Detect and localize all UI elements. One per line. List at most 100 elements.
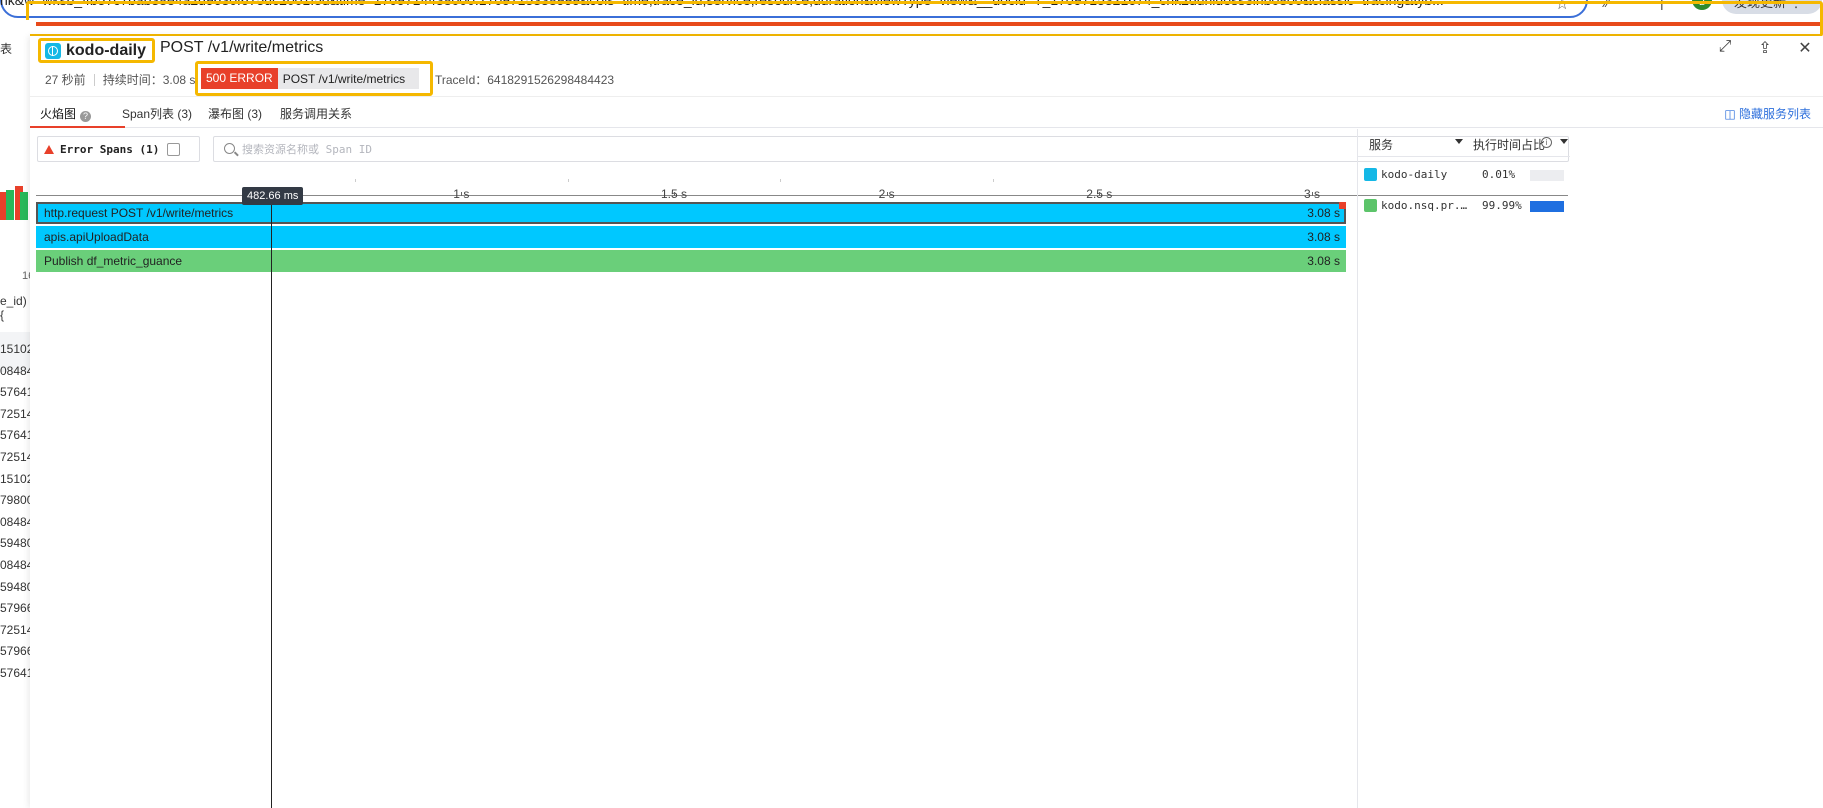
warning-icon — [44, 144, 54, 154]
axis-tick-mark — [886, 192, 888, 196]
flame-span[interactable]: http.request POST /v1/write/metrics 3.08 … — [36, 202, 1346, 224]
axis-tick-mark — [461, 192, 463, 196]
span-name: apis.apiUploadData — [44, 230, 149, 244]
tab-label: 火焰图 — [40, 107, 77, 121]
span-duration: 3.08 s — [1307, 230, 1340, 244]
service-panel-header: 服务 执行时间占比 i — [1358, 129, 1570, 157]
bg-row-value: 08484 — [0, 558, 30, 572]
axis-tick-mark — [673, 192, 675, 196]
tab-bar: 火焰图? Span列表 (3) 瀑布图 (3) 服务调用关系 ◫ 隐藏服务列表 — [30, 96, 1823, 128]
bg-row-value: 57966 — [0, 601, 30, 616]
service-row-percent: 99.99% — [1482, 199, 1522, 212]
chevron-down-icon[interactable] — [1455, 139, 1463, 144]
axis-minor-tick — [992, 179, 994, 182]
service-row-percent: 0.01% — [1482, 168, 1516, 181]
bg-row-value: 79800 — [0, 493, 30, 508]
bg-row-value: 15102 — [0, 342, 30, 356]
bookmark-star-icon[interactable]: ☆ — [1555, 0, 1569, 14]
extension-icon[interactable]: ⁄⁄ — [1605, 0, 1610, 10]
trace-id[interactable]: TraceId：6418291526298484423 — [435, 71, 614, 88]
bg-row-value: 57641 — [0, 385, 30, 400]
bg-row-value: 15102 — [0, 471, 30, 486]
span-name: http.request POST /v1/write/metrics — [44, 206, 234, 220]
flamegraph-area: Error Spans (1) 1 s1.5 s2 s2.5 s3 s http… — [30, 129, 1576, 808]
tab-span-list[interactable]: Span列表 (3) — [122, 105, 192, 122]
bg-bar — [6, 190, 14, 220]
axis-minor-tick — [567, 179, 569, 182]
info-icon[interactable]: i — [1541, 137, 1552, 148]
bg-row-value: 57641 — [0, 428, 30, 443]
update-button[interactable]: 发现更新 ⋮ — [1722, 0, 1822, 14]
bg-axis-label: 16 — [22, 270, 30, 282]
bg-row-value: 57641 — [0, 666, 30, 680]
chevron-down-icon[interactable] — [1560, 139, 1568, 144]
time-ago: 27 秒前 — [45, 73, 86, 87]
ratio-bar — [1530, 201, 1564, 212]
service-name: kodo-daily — [66, 41, 147, 59]
service-row[interactable]: kodo-daily 0.01% — [1358, 160, 1570, 190]
bg-row-value: 72514 — [0, 622, 30, 637]
resource-text: POST /v1/write/metrics — [282, 71, 406, 86]
service-tag[interactable]: kodo-daily — [38, 38, 156, 63]
browser-url-bar[interactable]: nk&w=wksb_4b57c7bab38e4a2d9630f675dc2001… — [0, 0, 1823, 20]
bg-row-value: 08484 — [0, 514, 30, 529]
active-tab-indicator — [30, 126, 125, 128]
bg-row-value: 59480 — [0, 579, 30, 594]
menu-divider-icon: | — [1660, 0, 1664, 10]
error-flag-icon — [1339, 202, 1346, 209]
bg-text: 表 — [0, 42, 13, 56]
url-text[interactable]: nk&w=wksb_4b57c7bab38e4a2d9630f675dc2001… — [0, 0, 1444, 8]
divider — [93, 73, 95, 86]
duration-text: 持续时间：3.08 s — [102, 73, 196, 87]
error-spans-checkbox[interactable] — [167, 142, 181, 156]
queue-icon — [1364, 199, 1377, 212]
tab-service-map[interactable]: 服务调用关系 — [280, 105, 352, 122]
globe-icon — [45, 42, 61, 59]
hide-service-label: 隐藏服务列表 — [1738, 107, 1811, 121]
span-name: Publish df_metric_guance — [44, 254, 183, 268]
globe-icon — [1364, 168, 1377, 181]
bg-field: e_id){ — [0, 294, 27, 322]
flame-span[interactable]: apis.apiUploadData 3.08 s — [36, 226, 1346, 248]
ratio-bar-fill — [1530, 201, 1564, 212]
share-icon[interactable]: ⇪ — [1755, 38, 1775, 58]
tab-waterfall[interactable]: 瀑布图 (3) — [208, 105, 262, 122]
service-panel: 服务 执行时间占比 i kodo-daily 0.01% kodo.nsq.pr..… — [1357, 129, 1823, 808]
span-duration: 3.08 s — [1307, 206, 1340, 220]
hide-service-list-link[interactable]: ◫ 隐藏服务列表 — [1724, 105, 1811, 122]
help-icon[interactable]: ? — [80, 111, 92, 122]
loading-bar — [36, 22, 1823, 26]
axis-minor-tick — [780, 179, 782, 182]
service-row-name: kodo-daily — [1381, 168, 1448, 181]
trace-detail-drawer: kodo-daily POST /v1/write/metrics ⤢ ⇪ ✕ … — [30, 36, 1823, 808]
ratio-bar — [1530, 170, 1564, 181]
axis-tick-mark — [1099, 192, 1101, 196]
tab-flamegraph[interactable]: 火焰图? — [40, 105, 92, 122]
ratio-column-header[interactable]: 执行时间占比 — [1473, 136, 1545, 153]
flame-span[interactable]: Publish df_metric_guance 3.08 s — [36, 250, 1346, 272]
cursor-tooltip: 482.66 ms — [242, 187, 304, 205]
search-input[interactable] — [242, 139, 1542, 159]
axis-tick-mark — [1311, 192, 1313, 196]
background-page: 表 16 e_id){ 15102 08484 57641 72514 57641 725… — [0, 20, 30, 808]
bg-row-value: 57966 — [0, 644, 30, 659]
fullscreen-icon[interactable]: ⤢ — [1715, 38, 1735, 58]
error-spans-label: Error Spans (1) — [60, 142, 160, 156]
bg-row-value: 72514 — [0, 450, 30, 464]
status-badge: 500 ERROR POST /v1/write/metrics — [201, 68, 420, 89]
service-column-header[interactable]: 服务 — [1369, 136, 1393, 153]
bg-row-value: 59480 — [0, 536, 30, 551]
service-row[interactable]: kodo.nsq.pr... 99.99% — [1358, 191, 1570, 221]
profile-badge[interactable]: 2 — [1692, 0, 1712, 10]
close-icon[interactable]: ✕ — [1795, 38, 1815, 58]
axis-minor-tick — [354, 179, 356, 182]
bg-bar — [20, 192, 28, 220]
bg-row-value: 72514 — [0, 406, 30, 421]
error-spans-filter[interactable]: Error Spans (1) — [37, 136, 200, 162]
error-status: 500 ERROR — [201, 68, 278, 89]
search-icon — [224, 143, 235, 154]
cursor-line — [271, 203, 272, 808]
panel-icon: ◫ — [1724, 107, 1739, 121]
span-duration: 3.08 s — [1307, 254, 1340, 268]
service-row-name: kodo.nsq.pr... — [1381, 199, 1473, 212]
